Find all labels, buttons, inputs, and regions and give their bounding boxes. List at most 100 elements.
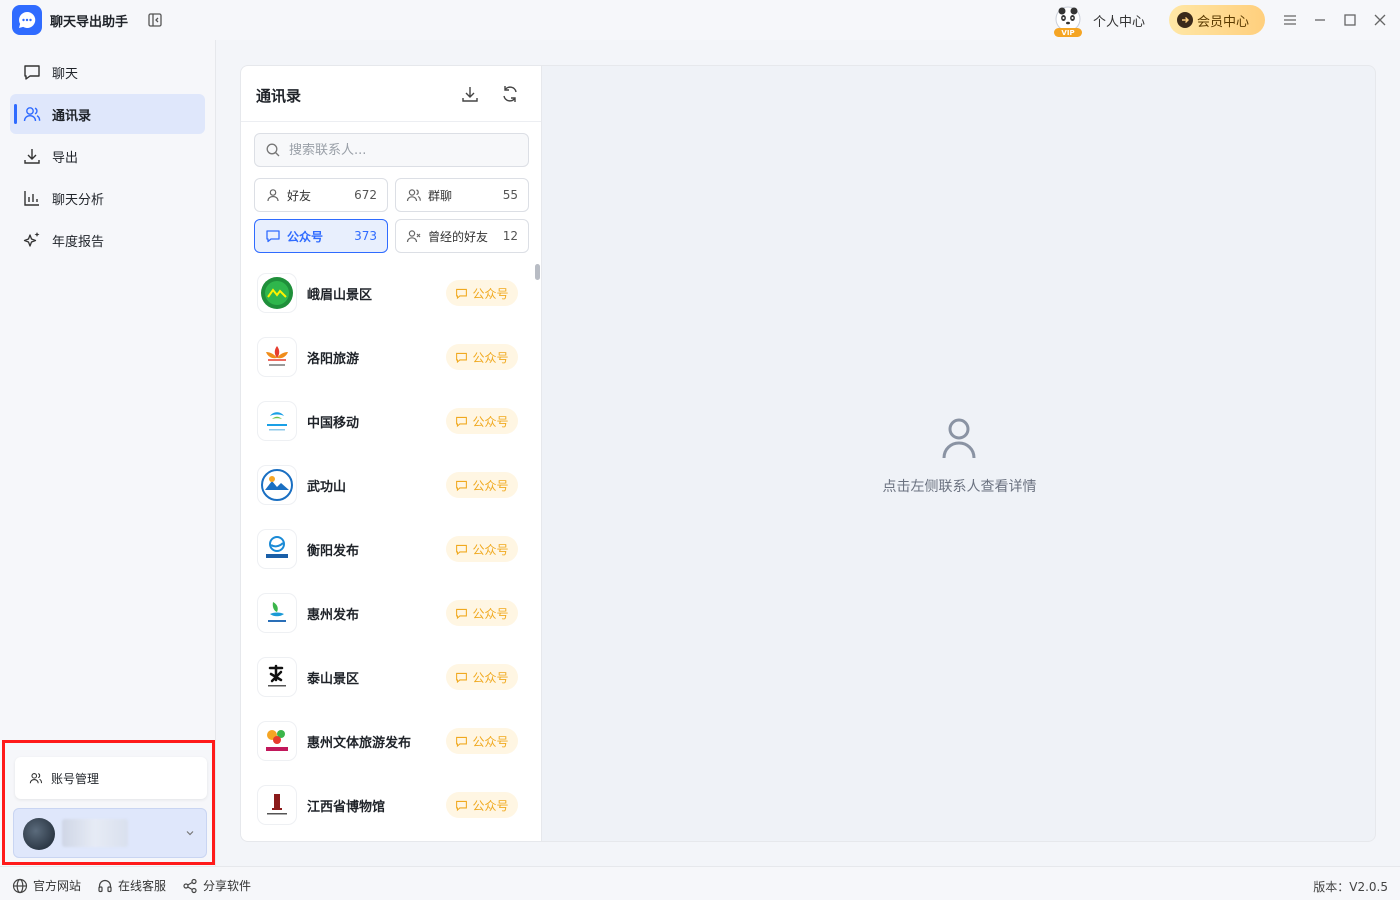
scrollbar[interactable] [535, 264, 540, 280]
filter-former-friends[interactable]: 曾经的好友 12 [395, 219, 529, 253]
message-square-icon [456, 352, 468, 363]
maximize-icon[interactable] [1342, 12, 1358, 28]
contact-name: 江西省博物馆 [307, 800, 386, 815]
contact-list: 峨眉山景区 公众号 洛阳旅游 公众号 中国移动 公众号 武功山 公众号 衡阳发布… [241, 262, 541, 841]
arrow-right-icon [1177, 12, 1193, 28]
filter-official-accounts[interactable]: 公众号 373 [254, 219, 388, 253]
list-item[interactable]: 惠州文体旅游发布 公众号 [241, 710, 541, 774]
online-support-link[interactable]: 在线客服 [97, 877, 166, 894]
contacts-title: 通讯录 [256, 87, 302, 105]
download-icon[interactable] [460, 84, 480, 104]
contact-name: 衡阳发布 [307, 544, 360, 559]
account-switcher[interactable] [13, 808, 207, 858]
filter-label: 群聊 [428, 188, 453, 203]
chevron-down-icon [186, 831, 194, 836]
footer-label: 分享软件 [203, 879, 252, 893]
sidebar-item-contacts[interactable]: 通讯录 [10, 94, 205, 134]
tag-label: 公众号 [472, 542, 509, 557]
refresh-icon[interactable] [500, 84, 520, 104]
list-item[interactable]: 泰山景区 公众号 [241, 646, 541, 710]
account-manage-label: 账号管理 [51, 771, 100, 786]
sidebar-item-export[interactable]: 导出 [10, 136, 205, 176]
contact-name: 洛阳旅游 [307, 352, 360, 367]
tag-label: 公众号 [472, 670, 509, 685]
menu-icon[interactable] [1282, 12, 1298, 28]
contacts-icon [23, 107, 41, 122]
message-square-icon [456, 608, 468, 619]
filter-count: 12 [502, 229, 518, 243]
search-input[interactable] [289, 142, 509, 158]
bar-chart-icon [24, 191, 39, 206]
member-center-button[interactable]: 会员中心 [1169, 5, 1265, 35]
sidebar-item-analysis[interactable]: 聊天分析 [10, 178, 205, 218]
account-panel: 账号管理 [2, 740, 215, 865]
list-item[interactable]: 中国移动 公众号 [241, 390, 541, 454]
list-item[interactable]: 惠州发布 公众号 [241, 582, 541, 646]
list-item[interactable]: 洛阳旅游 公众号 [241, 326, 541, 390]
museum-logo-icon [258, 786, 296, 824]
filter-label: 好友 [287, 188, 312, 203]
account-manage-button[interactable]: 账号管理 [15, 757, 207, 799]
bird-logo-icon [258, 530, 296, 568]
search-icon [266, 143, 280, 157]
sparkle-icon [23, 232, 40, 247]
contact-name: 峨眉山景区 [307, 288, 373, 303]
user-x-icon [406, 230, 421, 243]
detail-panel: 点击左侧联系人查看详情 [541, 65, 1376, 842]
official-account-tag: 公众号 [446, 280, 518, 306]
list-item[interactable]: 峨眉山景区 公众号 [241, 262, 541, 326]
sidebar-item-chat[interactable]: 聊天 [10, 52, 205, 92]
official-website-link[interactable]: 官方网站 [12, 877, 81, 894]
tag-label: 公众号 [472, 286, 509, 301]
lotus-logo-icon [258, 338, 296, 376]
user-placeholder-icon [942, 418, 976, 459]
filter-label: 公众号 [287, 229, 324, 244]
mountain-logo-icon [258, 274, 296, 312]
filter-count: 373 [354, 229, 377, 243]
sidebar-collapse-icon[interactable] [147, 12, 163, 28]
calligraphy-logo-icon [258, 658, 296, 696]
app-logo-icon [12, 5, 42, 35]
filter-friends[interactable]: 好友 672 [254, 178, 388, 212]
tag-label: 公众号 [472, 606, 509, 621]
sidebar-item-label: 导出 [52, 150, 79, 166]
list-item[interactable]: 江西省博物馆 公众号 [241, 774, 541, 838]
official-account-tag: 公众号 [446, 408, 518, 434]
message-square-icon [456, 480, 468, 491]
footer-label: 在线客服 [118, 879, 167, 893]
official-account-tag: 公众号 [446, 600, 518, 626]
personal-center-link[interactable]: 个人中心 [1093, 11, 1145, 30]
user-icon [267, 189, 279, 202]
version-text: 版本：V2.0.5 [1313, 880, 1388, 894]
official-account-tag: 公众号 [446, 792, 518, 818]
contact-name: 惠州发布 [307, 608, 360, 623]
tag-label: 公众号 [472, 350, 509, 365]
search-box [254, 133, 529, 167]
message-square-icon [266, 230, 280, 243]
message-square-icon [456, 800, 468, 811]
share-software-link[interactable]: 分享软件 [182, 877, 251, 894]
filter-groups[interactable]: 群聊 55 [395, 178, 529, 212]
minimize-icon[interactable] [1312, 12, 1328, 28]
message-square-icon [456, 672, 468, 683]
users-icon [29, 773, 43, 784]
list-item[interactable]: 衡阳发布 公众号 [241, 518, 541, 582]
vip-avatar-icon[interactable]: VIP [1051, 4, 1085, 38]
official-account-tag: 公众号 [446, 536, 518, 562]
headset-icon [98, 879, 112, 892]
message-square-icon [456, 544, 468, 555]
sidebar-item-label: 聊天 [52, 66, 79, 82]
contact-name: 中国移动 [307, 416, 360, 431]
title-bar: 聊天导出助手 VIP 个人中心 会员中心 [0, 0, 1400, 40]
sidebar-item-label: 聊天分析 [52, 192, 105, 208]
message-square-icon [456, 416, 468, 427]
sidebar-item-annual-report[interactable]: 年度报告 [10, 220, 205, 260]
contact-name: 武功山 [307, 480, 347, 495]
member-center-label: 会员中心 [1197, 14, 1250, 30]
tag-label: 公众号 [472, 734, 509, 749]
app-title: 聊天导出助手 [50, 15, 129, 30]
list-item[interactable]: 武功山 公众号 [241, 454, 541, 518]
contact-name: 惠州文体旅游发布 [307, 736, 412, 751]
sidebar-item-label: 年度报告 [52, 234, 105, 250]
close-icon[interactable] [1372, 12, 1388, 28]
